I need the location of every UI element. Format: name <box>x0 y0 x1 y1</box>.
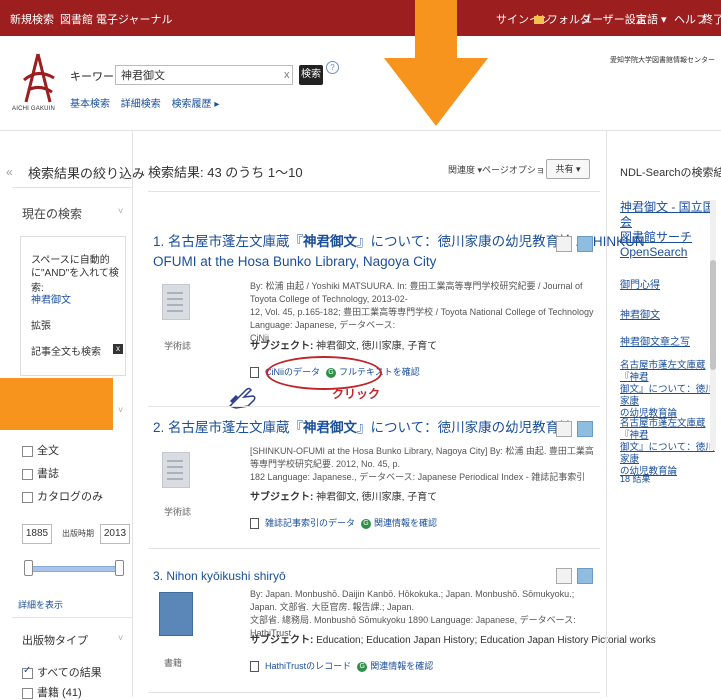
click-annotation-label: クリック <box>332 387 381 401</box>
ndl-result-link[interactable]: 名古屋市蓬左文庫蔵『神君 御文』について：徳川家康 の幼児教育論 <box>620 418 721 478</box>
nav-ejournal[interactable]: 電子ジャーナル <box>96 11 172 27</box>
result-links: 雑誌記事索引のデータ G 関連情報を確認 <box>250 516 437 530</box>
sidebar-divider <box>12 187 132 188</box>
search-history-link[interactable]: 検索履歴 ▸ <box>172 99 220 110</box>
orange-annotation-box <box>0 378 113 430</box>
show-detail-link[interactable]: 詳細を表示 <box>18 598 63 611</box>
year-to-input[interactable]: 2013 <box>100 524 130 544</box>
result-title-link[interactable]: 1. 名古屋市蓬左文庫蔵『神君御文』について：徳川家康の幼児教育論 / SHIN… <box>153 232 649 252</box>
folder-icon <box>534 16 544 25</box>
search-term-link[interactable]: 神君御文 <box>31 291 71 306</box>
nav-library[interactable]: 図書館 <box>60 11 93 27</box>
document-icon <box>250 518 259 530</box>
help-icon[interactable]: ? <box>326 61 339 74</box>
year-from-input[interactable]: 1885 <box>22 524 52 544</box>
related-info-link[interactable]: 関連情報を確認 <box>374 518 437 528</box>
chevron-down-icon[interactable]: ˅ <box>118 405 123 415</box>
expanders-label: 拡張 <box>31 321 51 332</box>
nav-exit[interactable]: 終了 <box>702 11 721 27</box>
preview-icon[interactable] <box>556 568 572 584</box>
current-search-heading[interactable]: 現在の検索 <box>22 205 82 222</box>
article-thumbnail[interactable] <box>162 284 190 320</box>
subject-line: サブジェクト: 神君御文, 徳川家康, 子育て <box>250 492 438 503</box>
arrow-down-icon <box>384 0 488 126</box>
result-metadata: By: 松浦 由起 / Yoshiki MATSUURA. In: 豊田工業高等… <box>250 281 594 343</box>
slider-handle-start[interactable] <box>24 560 33 576</box>
date-range-slider[interactable] <box>26 566 124 572</box>
remove-expander-icon[interactable]: x <box>113 344 123 354</box>
ndl-more-results[interactable]: 18 結果 <box>620 472 651 485</box>
share-button[interactable]: 共有 ▾ <box>546 159 590 179</box>
collapse-sidebar-icon[interactable]: « <box>6 165 13 179</box>
publication-type-label: 学術誌 <box>164 507 192 517</box>
results-divider <box>148 548 600 549</box>
preview-icon[interactable] <box>556 236 572 252</box>
result-title-link[interactable]: 2. 名古屋市蓬左文庫蔵『神君御文』について：徳川家康の幼児教育論 <box>153 418 573 438</box>
preview-icon[interactable] <box>556 421 572 437</box>
sort-dropdown[interactable]: 関連度 ▾ <box>448 163 482 176</box>
current-search-box: スペースに自動的 に"AND"を入れて検索: 神君御文 拡張 記事全文も検索 x <box>20 236 126 376</box>
sidebar-divider <box>12 617 132 618</box>
subject-line: サブジェクト: 神君御文, 徳川家康, 子育て <box>250 341 438 352</box>
index-data-link[interactable]: 雑誌記事索引のデータ <box>265 518 355 528</box>
search-input[interactable] <box>115 65 293 85</box>
clear-search-icon[interactable]: x <box>284 69 290 81</box>
ndl-result-link[interactable]: 神君御文 <box>620 306 660 321</box>
ndl-result-link[interactable]: 御門心得 <box>620 276 660 291</box>
search-button[interactable]: 検索 <box>299 65 323 85</box>
ndl-search-title[interactable]: NDL-Searchの検索結果 ▾ <box>620 164 721 180</box>
add-to-folder-icon[interactable] <box>577 236 593 252</box>
refine-results-title: 検索結果の絞り込み <box>28 166 146 181</box>
ndl-result-link[interactable]: 名古屋市蓬左文庫蔵『神君 御文』について：徳川家康 の幼児教育論 <box>620 360 721 420</box>
subject-line: サブジェクト: Education; Education Japan Histo… <box>250 635 656 646</box>
hathitrust-record-link[interactable]: HathiTrustのレコード <box>265 661 351 671</box>
chevron-down-icon[interactable]: ˅ <box>118 206 123 216</box>
publication-date-label: 出版時期 <box>62 529 94 538</box>
result-title-link[interactable]: 3. Nihon kyōikushi shiryō <box>153 566 286 586</box>
result-title-link-line2[interactable]: OFUMI at the Hosa Bunko Library, Nagoya … <box>153 252 436 272</box>
slider-handle-end[interactable] <box>115 560 124 576</box>
nav-language[interactable]: 言語 ▾ <box>636 11 667 27</box>
all-results-checkbox[interactable]: すべての結果 <box>22 664 102 680</box>
ndl-opensearch-link[interactable]: 神君御文 - 国立国会 図書館サーチ OpenSearch <box>620 200 721 260</box>
results-divider <box>148 191 600 192</box>
catalog-only-checkbox[interactable]: カタログのみ <box>22 488 103 504</box>
results-divider <box>148 406 600 407</box>
add-to-folder-icon[interactable] <box>577 568 593 584</box>
related-info-icon: G <box>357 661 368 672</box>
add-to-folder-icon[interactable] <box>577 421 593 437</box>
nav-new-search[interactable]: 新規検索 <box>10 11 54 27</box>
search-mode-links: 基本検索 詳細検索 検索履歴 ▸ <box>70 95 227 110</box>
results-count: 検索結果: 43 のうち 1〜10 <box>148 165 303 180</box>
bibliographic-checkbox[interactable]: 書誌 <box>22 465 59 481</box>
result-links: HathiTrustのレコード G 関連情報を確認 <box>250 659 433 673</box>
document-icon <box>250 367 259 379</box>
related-info-icon: G <box>361 518 372 529</box>
fulltext-search-expander: 記事全文も検索 <box>31 347 101 358</box>
article-thumbnail[interactable] <box>162 452 190 488</box>
fulltext-checkbox[interactable]: 全文 <box>22 442 59 458</box>
publication-type-heading[interactable]: 出版物タイプ <box>22 632 88 648</box>
ndl-result-link[interactable]: 神君御文章之写 <box>620 333 690 348</box>
results-divider <box>148 692 600 693</box>
top-nav-bar: 新規検索 図書館 電子ジャーナル サインイン フォルダ ユーザー設定 言語 ▾ … <box>0 0 721 36</box>
chevron-down-icon[interactable]: ˅ <box>118 633 123 643</box>
books-checkbox[interactable]: 書籍 (41) <box>22 684 82 700</box>
ndl-scrollbar[interactable] <box>710 200 716 450</box>
result-metadata: [SHINKUN-OFUMI at the Hosa Bunko Library… <box>250 446 594 482</box>
advanced-search-link[interactable]: 詳細検索 <box>121 99 161 110</box>
university-logo <box>23 53 55 103</box>
related-info-link[interactable]: 関連情報を確認 <box>370 661 433 671</box>
publication-type-label: 書籍 <box>164 658 183 668</box>
publication-type-label: 学術誌 <box>164 341 192 351</box>
and-hint-line2: に"AND"を入れて検索: <box>31 268 119 294</box>
basic-search-link[interactable]: 基本検索 <box>70 99 110 110</box>
institution-name: 愛知学院大学図書館情報センター <box>610 57 715 64</box>
document-icon <box>250 661 259 673</box>
logo-text: AICHI GAKUIN <box>12 106 56 112</box>
book-thumbnail[interactable] <box>159 592 193 636</box>
